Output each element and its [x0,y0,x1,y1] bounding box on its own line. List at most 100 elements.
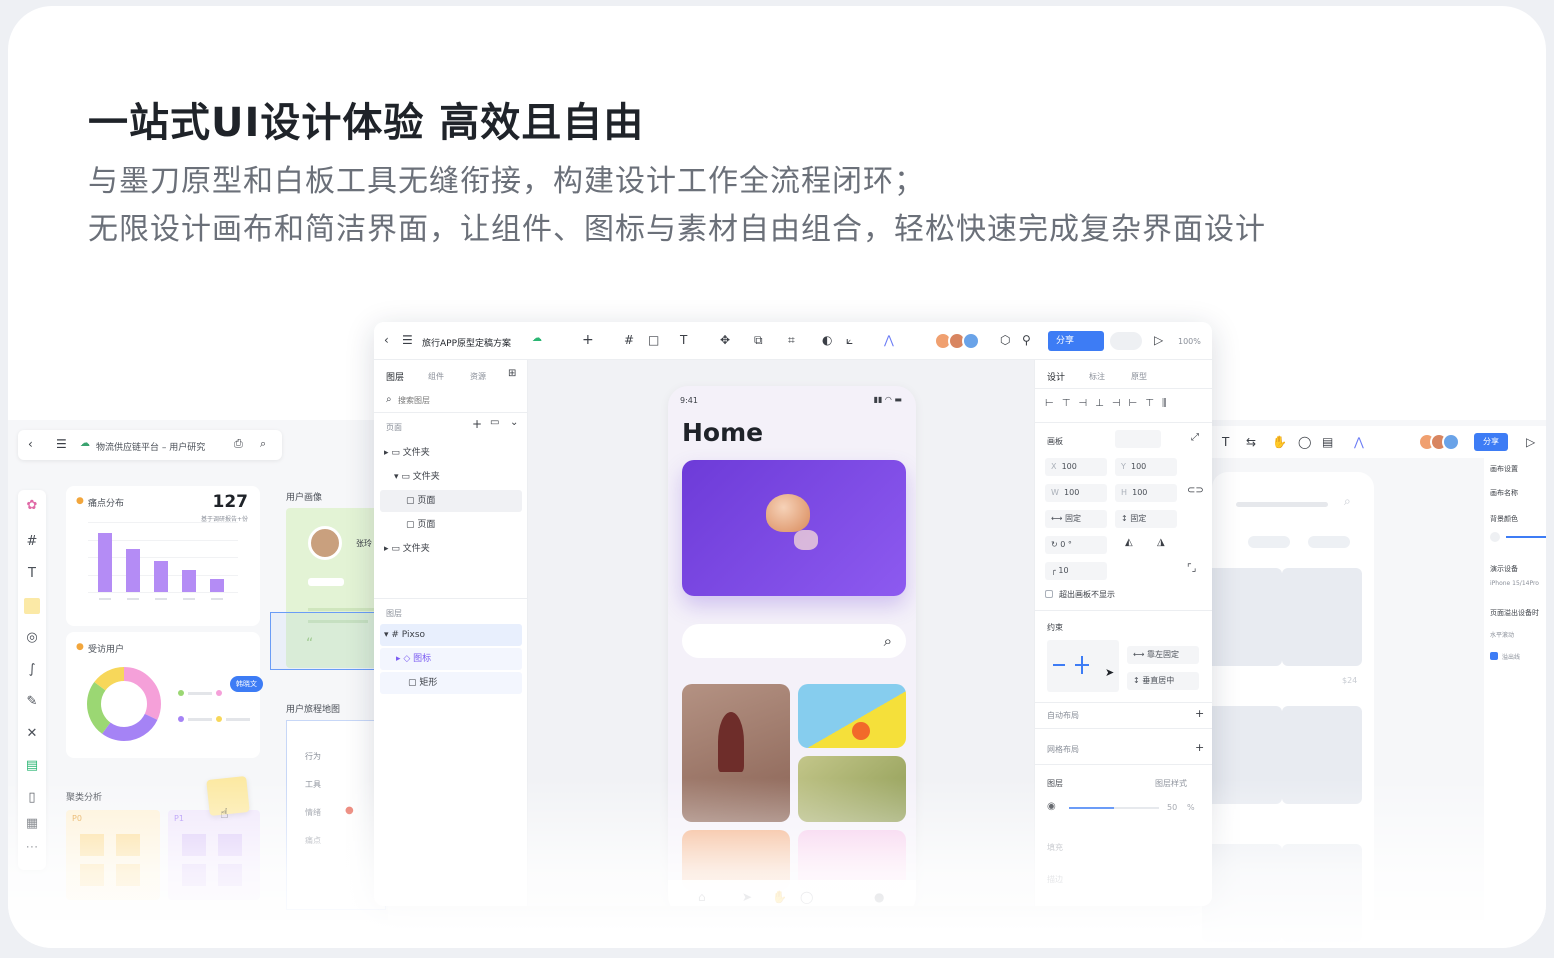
menu-icon[interactable]: ☰ [402,334,413,346]
horizontal-constraint-select[interactable]: ⟷ 靠左固定 [1127,646,1199,664]
page-tree-item[interactable]: ▾ ▭ 文件夹 [380,466,522,488]
app-search-bar[interactable]: ⌕ [682,624,906,658]
back-icon[interactable]: ‹ [28,438,33,450]
height-field[interactable]: H 100 [1115,484,1177,502]
plugin-icon[interactable]: ⬡ [1000,334,1010,346]
avatar[interactable] [1442,433,1460,451]
boolean-tool-icon[interactable]: ⧉ [754,334,763,346]
layer-item-frame[interactable]: ▾ # Pixso [380,624,522,646]
chat-tab-icon[interactable]: ◯ [800,890,813,904]
page-tree-item[interactable]: ▢ 页面 [380,514,522,536]
color-slider[interactable] [1506,536,1546,538]
profile-tab-icon[interactable]: ● [874,890,884,904]
grid-tool-icon[interactable]: ▦ [24,816,40,832]
opacity-slider[interactable] [1069,807,1159,809]
comment-icon[interactable]: ◯ [1298,436,1311,448]
color-swatch[interactable] [1490,532,1500,542]
zoom-level[interactable]: 100% [1178,337,1201,346]
home-tab-icon[interactable]: ⌂ [698,890,706,904]
orientation-toggle[interactable] [1115,430,1161,448]
tab-layers[interactable]: 图层 [386,370,404,383]
ai-icon[interactable]: ⋀ [884,334,894,346]
chevron-down-icon[interactable]: ⌄ [510,418,518,428]
constraint-center-h[interactable] [1075,664,1089,666]
mindmap-tool-icon[interactable]: ✕ [24,726,40,742]
frame-tool-icon[interactable]: # [24,534,40,550]
connector-tool-icon[interactable]: ∫ [24,662,40,678]
x-field[interactable]: X 100 [1045,458,1107,476]
add-auto-layout-icon[interactable]: + [1195,708,1204,719]
flip-horizontal-icon[interactable]: ◭ [1125,538,1133,548]
clip-checkbox[interactable] [1045,590,1053,598]
back-icon[interactable]: ‹ [384,334,389,346]
opacity-value[interactable]: 50 [1167,803,1177,812]
link-icon[interactable]: ⇆ [1246,436,1256,448]
constraint-widget[interactable]: ➤ [1047,640,1119,692]
share-button[interactable]: 分享 [1048,331,1104,351]
palette-icon[interactable]: ✿ [24,498,40,514]
overflow-checkbox[interactable] [1490,652,1498,660]
constraint-left[interactable] [1053,664,1065,666]
folder-icon[interactable]: ▭ [490,418,499,428]
page-tree-item[interactable]: ▸ ▭ 文件夹 [380,442,522,464]
whiteboard-title[interactable]: 物流供应链平台 – 用户研究 [96,440,205,453]
shape-tool-icon[interactable]: ◎ [24,630,40,646]
width-field[interactable]: W 100 [1045,484,1107,502]
ai-icon[interactable]: ⋀ [1354,436,1364,448]
tab-components[interactable]: 组件 [428,371,444,382]
design-canvas[interactable]: 9:41 ▮▮ ◠ ▬ Home ⌕ ⌂ ➤ ✋ ◯ ● [528,360,1034,906]
file-title[interactable]: 旅行APP原型定稿方案 [422,336,511,349]
sticky-note-icon[interactable] [24,598,40,614]
scroll-direction[interactable]: 水平滚动 [1490,630,1514,639]
crop-tool-icon[interactable]: ⟀ [846,334,853,346]
hand-tool-icon[interactable]: ✋ [1272,436,1287,448]
library-icon[interactable]: ⊞ [508,369,516,379]
tab-annotate[interactable]: 标注 [1089,371,1105,382]
component-tool-icon[interactable]: ⌗ [788,334,795,346]
table-tool-icon[interactable]: ▤ [24,758,40,774]
page-tree-item-selected[interactable]: ▢ 页面 [380,490,522,512]
tab-assets[interactable]: 资源 [470,371,486,382]
vertical-resize-select[interactable]: ↕ 固定 [1115,510,1177,528]
share-button[interactable]: 分享 [1474,433,1508,451]
page-tree-item[interactable]: ▸ ▭ 文件夹 [380,538,522,560]
play-icon[interactable]: ▷ [1526,436,1535,448]
text-tool-icon[interactable]: T [1222,436,1229,448]
text-tool-icon[interactable]: T [680,334,687,346]
avatar[interactable] [962,332,980,350]
cursor-tab-icon[interactable]: ➤ [742,890,752,904]
visibility-icon[interactable]: ◉ [1047,802,1056,812]
add-grid-layout-icon[interactable]: + [1195,742,1204,753]
horizontal-resize-select[interactable]: ⟷ 固定 [1045,510,1107,528]
save-icon[interactable]: ⎙ [234,438,243,449]
layer-search-input[interactable] [398,392,518,408]
layer-item-icon[interactable]: ▸ ◇ 图标 [380,648,522,670]
rectangle-tool-icon[interactable]: □ [648,334,659,346]
resize-icon[interactable]: ⤢ [1191,433,1199,443]
flip-vertical-icon[interactable]: ◮ [1157,538,1165,548]
tip-icon[interactable]: ⚲ [1022,334,1031,346]
align-toolbar[interactable]: ⊢⊤⊣⊥⊣⊢⊤⫼ [1045,398,1205,414]
tab-prototype[interactable]: 原型 [1131,371,1147,382]
play-icon[interactable]: ▷ [1154,334,1163,346]
tab-design[interactable]: 设计 [1047,370,1065,383]
link-proportion-icon[interactable]: ⊂⊃ [1187,486,1204,496]
board-label[interactable]: 画板 [1047,436,1063,447]
mask-tool-icon[interactable]: ◐ [822,334,832,346]
text-tool-icon[interactable]: T [24,566,40,582]
add-icon[interactable]: + [582,333,594,347]
pen-tool-icon[interactable]: ✎ [24,694,40,710]
menu-icon[interactable]: ☰ [56,438,67,450]
add-page-icon[interactable]: + [472,418,482,430]
template-tool-icon[interactable]: ▯ [24,790,40,806]
layer-item-rectangle[interactable]: ▢ 矩形 [380,672,522,694]
move-tool-icon[interactable]: ✥ [720,334,730,346]
note-icon[interactable]: ▤ [1322,436,1333,448]
layer-style-select[interactable]: 图层样式 [1155,778,1187,789]
y-field[interactable]: Y 100 [1115,458,1177,476]
search-icon[interactable]: ⌕ [884,632,892,650]
frame-tool-icon[interactable]: # [624,334,634,346]
vertical-constraint-select[interactable]: ↕ 垂直居中 [1127,672,1199,690]
independent-corners-icon[interactable]: ⌜⌟ [1187,564,1196,574]
device-value[interactable]: iPhone 15/14Pro [1490,580,1539,587]
